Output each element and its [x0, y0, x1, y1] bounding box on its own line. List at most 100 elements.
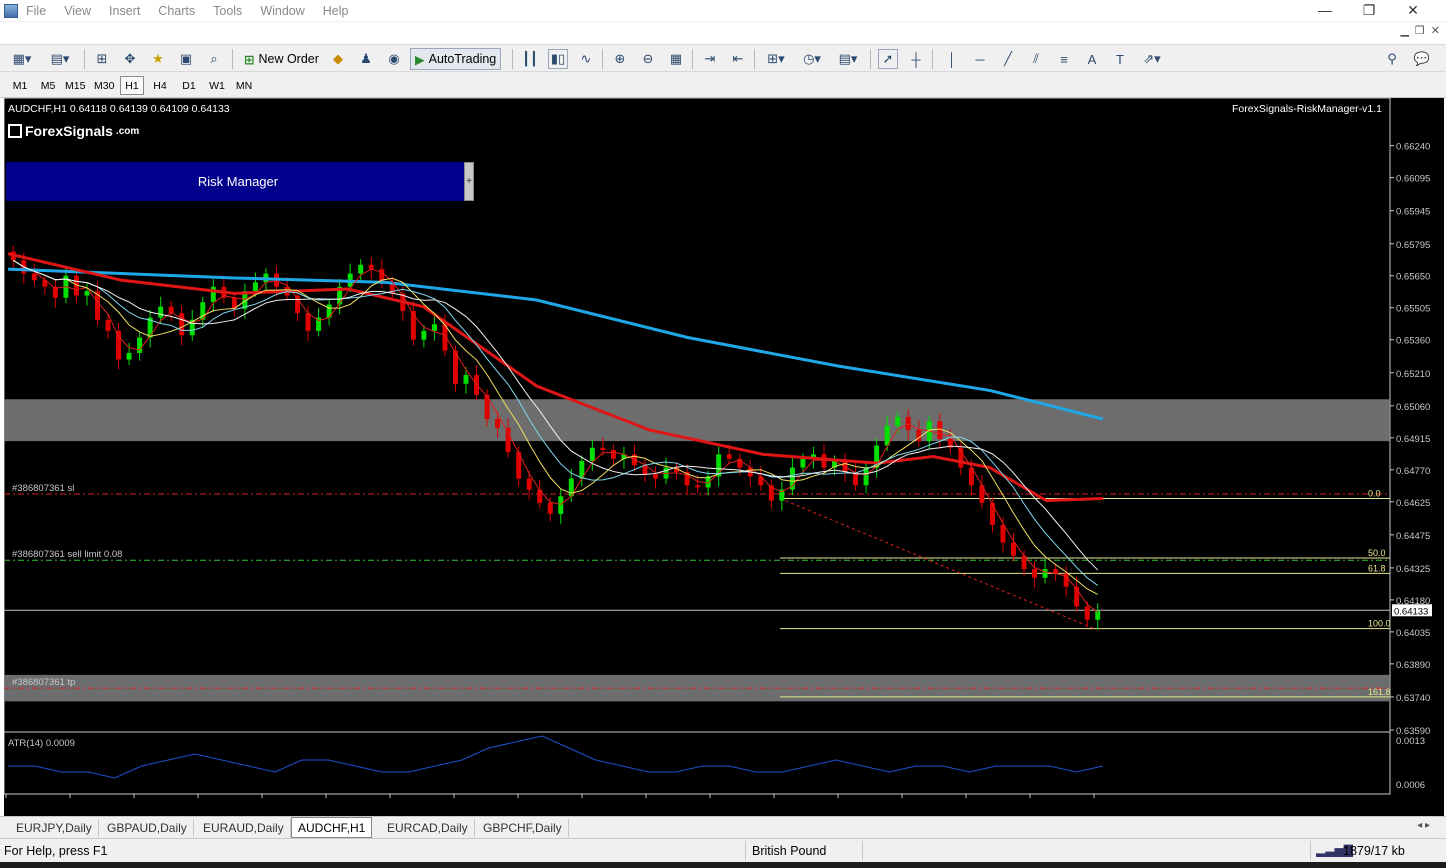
zoom-in-icon[interactable]: ⊕ — [610, 49, 630, 69]
restore-button[interactable]: ❐ — [1354, 2, 1384, 19]
autotrading-icon: ▶ — [415, 52, 425, 67]
candle-body — [1084, 606, 1090, 620]
price-tick-label: 0.65210 — [1396, 369, 1430, 380]
mdi-controls: ▁ ❐ ✕ — [1400, 24, 1440, 44]
candle-body — [358, 264, 364, 274]
autotrading-button[interactable]: ▶ AutoTrading — [410, 48, 502, 70]
candle-body — [600, 447, 606, 450]
time-tick-label: 16 Oct 20:00 — [838, 798, 892, 809]
timeframe-mn[interactable]: MN — [232, 76, 256, 95]
timeframe-w1[interactable]: W1 — [205, 76, 229, 95]
line-chart-icon[interactable]: ∿ — [576, 49, 596, 69]
candle-body — [895, 416, 901, 426]
indicators-icon[interactable]: ⊞▾ — [762, 49, 790, 69]
search-icon[interactable]: ⚲ — [1382, 49, 1402, 69]
text-tool-icon[interactable]: A — [1082, 49, 1102, 69]
status-profile: British Pound — [752, 844, 827, 858]
chart-window[interactable]: 0.66240 0.66095 0.65945 0.65795 0.65650 0.655… — [4, 98, 1444, 816]
menu-view[interactable]: View — [64, 4, 91, 18]
price-tick-label: 0.64475 — [1396, 531, 1430, 542]
horizontal-line-icon[interactable]: ─ — [970, 49, 990, 69]
market-watch-icon[interactable]: ⊞ — [92, 49, 112, 69]
close-button[interactable]: ✕ — [1398, 2, 1428, 19]
price-tick-label: 0.64770 — [1396, 466, 1430, 477]
price-tick-label: 0.65360 — [1396, 336, 1430, 347]
vertical-line-icon[interactable]: │ — [942, 49, 962, 69]
tile-windows-icon[interactable]: ▦ — [666, 49, 686, 69]
timeframe-h4[interactable]: H4 — [148, 76, 172, 95]
tab-eurjpy-daily[interactable]: EURJPY,Daily — [10, 819, 99, 837]
timeframe-m1[interactable]: M1 — [8, 76, 32, 95]
strategy-tester-icon[interactable]: ⌕ — [204, 49, 224, 69]
periods-icon[interactable]: ◷▾ — [798, 49, 826, 69]
menu-insert[interactable]: Insert — [109, 4, 140, 18]
tab-scroll-arrows[interactable]: ◂ ▸ — [1417, 820, 1430, 831]
taskbar-strip — [0, 862, 1446, 868]
tab-audchf-h1[interactable]: AUDCHF,H1 — [291, 817, 373, 838]
candle-body — [989, 502, 995, 525]
fib-level-label: 100.0 — [1368, 619, 1391, 629]
crosshair-icon[interactable]: ┼ — [906, 49, 926, 69]
tab-euraud-daily[interactable]: EURAUD,Daily — [197, 819, 291, 837]
candle-body — [431, 324, 437, 331]
data-window-icon[interactable]: ✥ — [120, 49, 140, 69]
candle-body — [1042, 569, 1048, 578]
atr-indicator-label: ATR(14) 0.0009 — [8, 738, 75, 749]
market-icon[interactable]: ◉ — [384, 49, 404, 69]
bar-chart-icon[interactable]: ┃┃ — [520, 49, 540, 69]
equidistant-channel-icon[interactable]: ⫽ — [1026, 49, 1046, 69]
price-tick-label: 0.66095 — [1396, 174, 1430, 185]
candlestick-icon[interactable]: ▮▯ — [548, 49, 568, 69]
zoom-out-icon[interactable]: ⊖ — [638, 49, 658, 69]
trendline-icon[interactable]: ╱ — [998, 49, 1018, 69]
profiles-icon[interactable]: ▤▾ — [46, 49, 74, 69]
chat-icon[interactable]: 💬 — [1410, 49, 1434, 69]
timeframe-m15[interactable]: M15 — [62, 76, 88, 95]
navigator-icon[interactable]: ★ — [148, 49, 168, 69]
mdi-close-icon[interactable]: ✕ — [1431, 24, 1440, 44]
time-tick-label: 15 Oct 12:00 — [582, 798, 636, 809]
atr-tick-label: 0.0006 — [1396, 780, 1425, 791]
candle-body — [84, 291, 90, 296]
tab-gbpchf-daily[interactable]: GBPCHF,Daily — [477, 819, 569, 837]
arrows-icon[interactable]: ⇗▾ — [1138, 49, 1166, 69]
text-label-icon[interactable]: T — [1110, 49, 1130, 69]
risk-manager-expand-icon[interactable]: + — [464, 162, 474, 201]
candle-body — [368, 264, 374, 270]
chart-shift-icon[interactable]: ⇥ — [700, 49, 720, 69]
signals-icon[interactable]: ♟ — [356, 49, 376, 69]
price-chart[interactable]: 0.66240 0.66095 0.65945 0.65795 0.65650 0.655… — [4, 98, 1444, 816]
time-tick-label: 19 Oct 12:00 — [966, 798, 1020, 809]
menu-tools[interactable]: Tools — [213, 4, 242, 18]
auto-scroll-icon[interactable]: ⇤ — [728, 49, 748, 69]
cursor-icon[interactable]: ➚ — [878, 49, 898, 69]
menu-window[interactable]: Window — [260, 4, 304, 18]
timeframe-h1[interactable]: H1 — [120, 76, 144, 95]
candle-body — [547, 502, 553, 514]
mdi-minimize-icon[interactable]: ▁ — [1400, 24, 1408, 44]
new-order-button[interactable]: ⊞ New Order — [240, 48, 323, 70]
status-help-text: For Help, press F1 — [4, 844, 108, 858]
metaeditor-icon[interactable]: ◆ — [328, 49, 348, 69]
menu-help[interactable]: Help — [323, 4, 349, 18]
timeframe-d1[interactable]: D1 — [177, 76, 201, 95]
risk-manager-button[interactable]: Risk Manager — [6, 162, 470, 201]
timeframe-m30[interactable]: M30 — [91, 76, 117, 95]
tab-eurcad-daily[interactable]: EURCAD,Daily — [381, 819, 475, 837]
candle-body — [505, 427, 511, 453]
mdi-restore-icon[interactable]: ❐ — [1415, 24, 1425, 44]
symbol-header: AUDCHF,H1 0.64118 0.64139 0.64109 0.6413… — [8, 103, 230, 115]
time-tick-label: 16 Oct 04:00 — [710, 798, 764, 809]
templates-icon[interactable]: ▤▾ — [834, 49, 862, 69]
sell-limit-line-label: #386807361 sell limit 0.08 — [12, 549, 122, 560]
terminal-icon[interactable]: ▣ — [176, 49, 196, 69]
timeframe-m5[interactable]: M5 — [36, 76, 60, 95]
price-tick-label: 0.64325 — [1396, 564, 1430, 575]
candle-body — [252, 282, 258, 292]
menu-charts[interactable]: Charts — [158, 4, 195, 18]
minimize-button[interactable]: — — [1310, 2, 1340, 18]
menu-file[interactable]: File — [26, 4, 46, 18]
tab-gbpaud-daily[interactable]: GBPAUD,Daily — [101, 819, 194, 837]
fibonacci-icon[interactable]: ≡ — [1054, 49, 1074, 69]
new-chart-icon[interactable]: ▦▾ — [8, 49, 36, 69]
